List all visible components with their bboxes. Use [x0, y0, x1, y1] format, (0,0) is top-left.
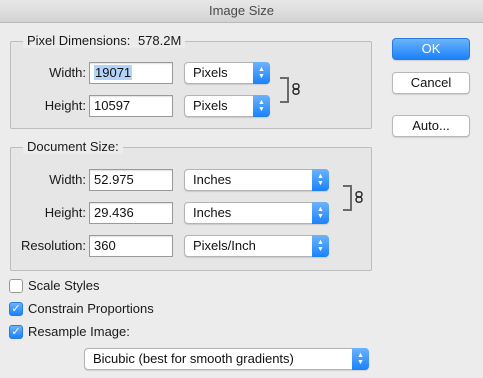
resolution-label: Resolution: [20, 238, 86, 253]
pixel-height-unit: Pixels [193, 98, 228, 113]
pixel-width-input[interactable]: 19071 [89, 62, 173, 84]
resolution-unit-select[interactable]: Pixels/Inch ▲ ▼ [184, 235, 329, 257]
cancel-button[interactable]: Cancel [392, 72, 470, 94]
pixel-dimensions-size: 578.2M [137, 33, 182, 48]
doc-constrain-bracket [343, 185, 352, 211]
pixel-height-input[interactable]: 10597 [89, 95, 173, 117]
doc-height-unit: Inches [193, 205, 232, 220]
chevron-updown-icon: ▲ ▼ [312, 169, 329, 191]
doc-width-unit: Inches [193, 172, 232, 187]
pixel-dimensions-label: Pixel Dimensions: [27, 33, 131, 48]
pixel-dimensions-legend: Pixel Dimensions: 578.2M [23, 33, 186, 48]
ok-button[interactable]: OK [392, 38, 470, 60]
constrain-proportions-checkbox[interactable]: ✓ [9, 302, 23, 316]
chain-link-icon [292, 83, 300, 95]
doc-height-unit-select[interactable]: Inches ▲ ▼ [184, 202, 329, 224]
resolution-value: 360 [94, 238, 116, 253]
doc-width-unit-select[interactable]: Inches ▲ ▼ [184, 169, 329, 191]
resolution-unit: Pixels/Inch [193, 238, 256, 253]
pixel-height-label: Height: [44, 98, 86, 113]
chevron-updown-icon: ▲ ▼ [312, 235, 329, 257]
doc-height-label: Height: [44, 205, 86, 220]
resample-method-value: Bicubic (best for smooth gradients) [93, 351, 294, 366]
pixel-constrain-bracket [280, 77, 289, 103]
pixel-height-value: 10597 [94, 98, 131, 113]
scale-styles-label: Scale Styles [28, 278, 100, 293]
pixel-width-unit: Pixels [193, 65, 228, 80]
resolution-input[interactable]: 360 [89, 235, 173, 257]
constrain-proportions-label: Constrain Proportions [28, 301, 154, 316]
chain-link-icon [355, 191, 363, 203]
doc-width-input[interactable]: 52.975 [89, 169, 173, 191]
pixel-width-unit-select[interactable]: Pixels ▲ ▼ [184, 62, 270, 84]
resample-image-label: Resample Image: [28, 324, 130, 339]
chevron-updown-icon: ▲ ▼ [253, 62, 270, 84]
scale-styles-checkbox[interactable] [9, 279, 23, 293]
chevron-updown-icon: ▲ ▼ [253, 95, 270, 117]
chevron-updown-icon: ▲ ▼ [312, 202, 329, 224]
doc-width-label: Width: [49, 172, 86, 187]
auto-button[interactable]: Auto... [392, 115, 470, 137]
pixel-width-label: Width: [49, 65, 86, 80]
document-size-legend: Document Size: [23, 139, 123, 154]
resample-method-select[interactable]: Bicubic (best for smooth gradients) ▲ ▼ [84, 348, 369, 370]
doc-height-value: 29.436 [94, 205, 134, 220]
chevron-updown-icon: ▲ ▼ [352, 348, 369, 370]
doc-width-value: 52.975 [94, 172, 134, 187]
doc-height-input[interactable]: 29.436 [89, 202, 173, 224]
window-title: Image Size [0, 0, 483, 23]
pixel-height-unit-select[interactable]: Pixels ▲ ▼ [184, 95, 270, 117]
pixel-width-value: 19071 [94, 65, 133, 80]
resample-image-checkbox[interactable]: ✓ [9, 325, 23, 339]
